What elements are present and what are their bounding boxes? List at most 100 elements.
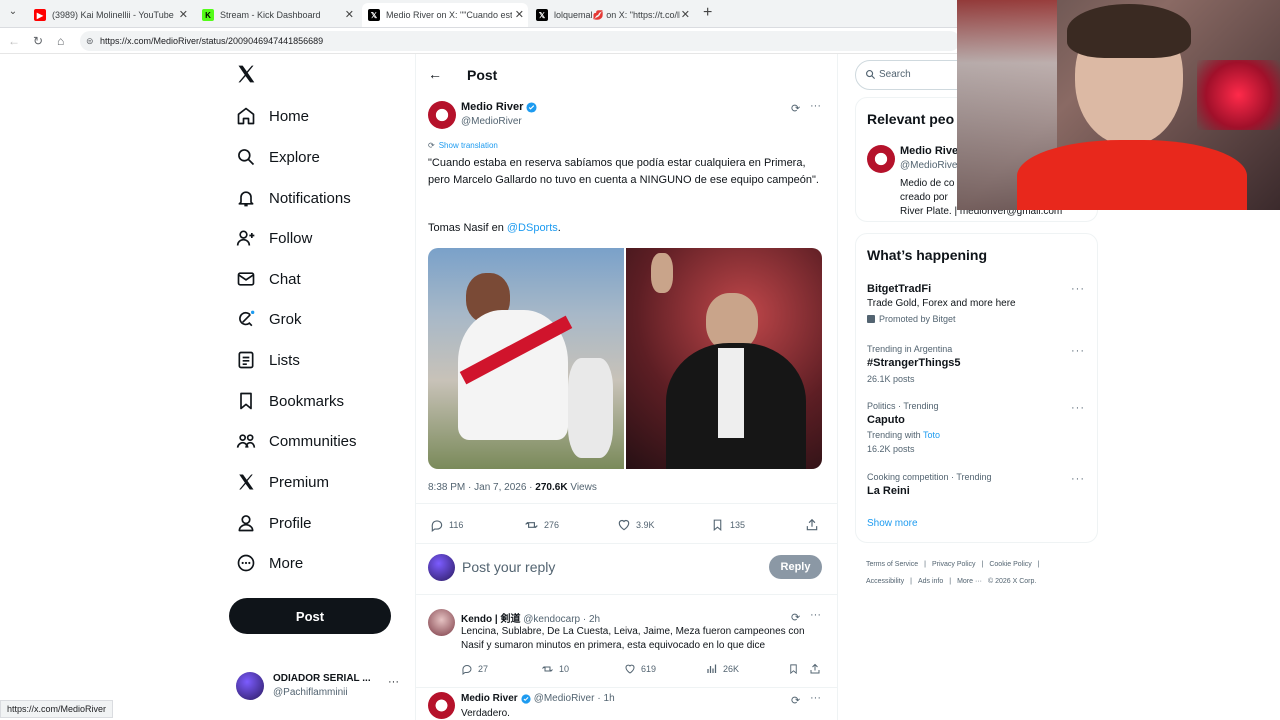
trend-item[interactable]: Cooking competition · Trending La Reini …	[856, 470, 1097, 502]
back-arrow-icon[interactable]: ←	[428, 66, 442, 82]
grok-action-icon[interactable]: ⟳	[791, 102, 800, 115]
footer-link[interactable]: Terms of Service	[866, 556, 918, 573]
author-handle[interactable]: @MedioRiver	[461, 116, 522, 127]
reply-button[interactable]: Reply	[769, 555, 822, 579]
account-switcher[interactable]: ODIADOR SERIAL ... @Pachiflamminii ···	[236, 670, 416, 704]
url-field[interactable]: ⊜ https://x.com/MedioRiver/status/200904…	[80, 31, 960, 51]
nav-label: Follow	[269, 229, 313, 247]
time-text[interactable]: 8:38 PM · Jan 7, 2026 ·	[428, 482, 533, 493]
nav-item-notifications[interactable]: Notifications	[236, 183, 351, 213]
trend-more-icon[interactable]: ···	[1071, 283, 1085, 295]
bookmark-icon[interactable]	[788, 663, 799, 675]
nav-label: Profile	[269, 514, 312, 532]
reply-action[interactable]: 116	[430, 518, 463, 532]
home-icon	[236, 106, 256, 126]
photo-player[interactable]	[428, 248, 624, 469]
grok-action-icon[interactable]: ⟳	[791, 694, 800, 707]
reply-time[interactable]: · 1h	[597, 693, 614, 704]
site-info-icon[interactable]: ⊜	[86, 31, 94, 51]
mail-icon	[236, 269, 256, 289]
relevant-handle[interactable]: @MedioRive	[900, 160, 957, 171]
nav-item-grok[interactable]: Grok	[236, 304, 302, 334]
avatar[interactable]	[428, 609, 455, 636]
like-action[interactable]: 3.9K	[617, 518, 655, 532]
nav-item-bookmarks[interactable]: Bookmarks	[236, 386, 344, 416]
avatar[interactable]	[867, 145, 895, 173]
nav-item-home[interactable]: Home	[236, 101, 309, 131]
account-more-icon[interactable]: ···	[388, 676, 399, 688]
browser-tab-youtube[interactable]: ▶ (3989) Kai Molinellii - YouTube ✕	[28, 3, 192, 27]
promoted-line: Promoted by Bitget	[867, 314, 956, 324]
tweet-author[interactable]: Medio River	[461, 101, 537, 113]
show-translation[interactable]: ⟳ Show translation	[428, 141, 498, 150]
trend-item[interactable]: Trending in Argentina #StrangerThings5 2…	[856, 342, 1097, 388]
browser-tab-kick[interactable]: K Stream - Kick Dashboard ✕	[196, 3, 358, 27]
close-tab-icon[interactable]: ✕	[515, 8, 524, 21]
repost-action[interactable]: 276	[524, 518, 559, 532]
photo-coach[interactable]	[626, 248, 822, 469]
tweet-more-icon[interactable]: ···	[810, 100, 821, 112]
divider	[416, 543, 837, 544]
footer-link[interactable]: Cookie Policy	[989, 556, 1031, 573]
nav-item-chat[interactable]: Chat	[236, 264, 301, 294]
back-icon[interactable]: ←	[8, 34, 20, 48]
grok-action-icon[interactable]: ⟳	[791, 611, 800, 624]
new-tab-icon[interactable]: +	[703, 4, 712, 22]
footer-link[interactable]: Ads info	[918, 573, 943, 590]
close-tab-icon[interactable]: ✕	[179, 8, 188, 21]
nav-item-explore[interactable]: Explore	[236, 142, 320, 172]
footer-link[interactable]: Accessibility	[866, 573, 904, 590]
post-button[interactable]: Post	[229, 598, 391, 634]
nav-item-follow[interactable]: Follow	[236, 223, 312, 253]
reply-input[interactable]: Post your reply	[462, 559, 555, 575]
repost-count: 10	[559, 664, 570, 674]
repost-icon	[541, 663, 554, 675]
trend-more-icon[interactable]: ···	[1071, 345, 1085, 357]
avatar[interactable]	[428, 692, 455, 719]
close-tab-icon[interactable]: ✕	[345, 8, 354, 21]
reply-time[interactable]: · 2h	[583, 614, 600, 625]
relevant-name[interactable]: Medio Rive	[900, 145, 958, 157]
reply-action[interactable]: 27	[461, 663, 488, 675]
avatar	[236, 672, 264, 700]
bookmark-action[interactable]: 135	[711, 518, 745, 532]
like-action[interactable]: 619	[624, 663, 656, 675]
mention-link[interactable]: @DSports	[507, 222, 558, 234]
reload-icon[interactable]: ↻	[33, 34, 43, 48]
trend-more-icon[interactable]: ···	[1071, 473, 1085, 485]
nav-label: Notifications	[269, 189, 351, 207]
nav-item-communities[interactable]: Communities	[236, 426, 357, 456]
browser-tab-x[interactable]: 𝕏 lolquemal💋 on X: "https://t.co/lP ✕	[530, 3, 694, 27]
reply-more-icon[interactable]: ···	[810, 609, 821, 621]
nav-item-premium[interactable]: Premium	[236, 467, 329, 497]
show-more-link[interactable]: Show more	[867, 518, 918, 529]
trend-more-icon[interactable]: ···	[1071, 402, 1085, 414]
share-icon[interactable]	[809, 663, 821, 675]
x-logo-icon[interactable]	[236, 64, 258, 86]
reply-author[interactable]: Kendo | 剣道	[461, 614, 520, 625]
browser-tab-x-active[interactable]: 𝕏 Medio River on X: ""Cuando estab ✕	[362, 3, 528, 27]
views-action[interactable]: 26K	[706, 663, 739, 675]
footer-link[interactable]: Privacy Policy	[932, 556, 976, 573]
close-tab-icon[interactable]: ✕	[681, 8, 690, 21]
avatar[interactable]	[428, 101, 456, 129]
tab-list-chevron-icon[interactable]: ⌄	[5, 6, 21, 22]
reply-count: 27	[478, 664, 489, 674]
share-icon[interactable]	[805, 518, 819, 532]
trend-item[interactable]: Politics · Trending Caputo Trending with…	[856, 399, 1097, 459]
tweet-media[interactable]	[428, 248, 822, 469]
footer-link[interactable]: More ···	[957, 573, 982, 590]
reply-item[interactable]: Medio River @MedioRiver · 1h ⟳ ··· Verda…	[416, 688, 837, 720]
nav-item-lists[interactable]: Lists	[236, 345, 300, 375]
browser-home-icon[interactable]: ⌂	[57, 34, 64, 48]
reply-more-icon[interactable]: ···	[810, 692, 821, 704]
reply-author[interactable]: Medio River	[461, 693, 518, 704]
reply-item[interactable]: Kendo | 剣道 @kendocarp · 2h ⟳ ··· Lencina…	[416, 595, 837, 687]
nav-item-profile[interactable]: Profile	[236, 508, 312, 538]
trend-item[interactable]: BitgetTradFi Trade Gold, Forex and more …	[856, 280, 1097, 330]
reply-handle[interactable]: @MedioRiver	[534, 693, 595, 704]
repost-action[interactable]: 10	[541, 663, 569, 675]
nav-item-more[interactable]: More	[236, 548, 303, 578]
reply-handle[interactable]: @kendocarp	[523, 614, 580, 625]
with-link[interactable]: Toto	[923, 430, 940, 440]
